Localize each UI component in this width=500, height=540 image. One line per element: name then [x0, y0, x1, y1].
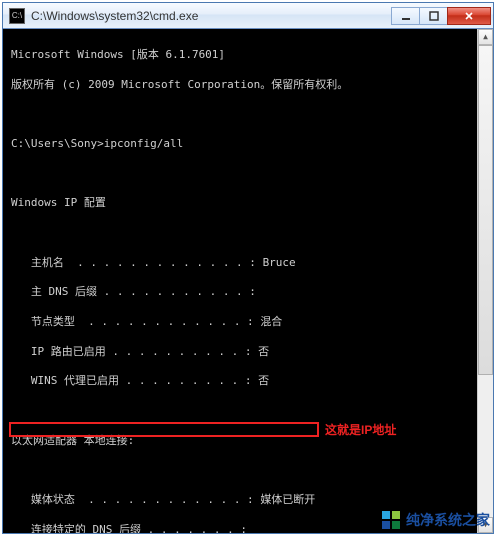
scroll-up-button[interactable]: ▲ — [478, 29, 493, 45]
prompt-line: C:\Users\Sony>ipconfig/all — [11, 137, 493, 152]
watermark-text: 纯净系统之家 — [406, 510, 490, 530]
maximize-button[interactable] — [419, 7, 447, 25]
kv-line: 媒体状态 . . . . . . . . . . . . : 媒体已断开 — [11, 493, 493, 508]
kv-line: WINS 代理已启用 . . . . . . . . . : 否 — [11, 374, 493, 389]
banner-line: 版权所有 (c) 2009 Microsoft Corporation。保留所有… — [11, 78, 493, 93]
close-icon — [464, 11, 474, 21]
vertical-scrollbar[interactable]: ▲ ▼ — [477, 29, 493, 533]
banner-line: Microsoft Windows [版本 6.1.7601] — [11, 48, 493, 63]
minimize-icon — [401, 11, 411, 21]
maximize-icon — [429, 11, 439, 21]
blank-line — [11, 226, 493, 241]
window-title: C:\Windows\system32\cmd.exe — [31, 9, 391, 23]
kv-line: 主机名 . . . . . . . . . . . . . : Bruce — [11, 256, 493, 271]
titlebar[interactable]: C:\ C:\Windows\system32\cmd.exe — [3, 3, 493, 29]
cmd-window: C:\ C:\Windows\system32\cmd.exe Microsof… — [2, 2, 494, 534]
kv-line: 节点类型 . . . . . . . . . . . . : 混合 — [11, 315, 493, 330]
blank-line — [11, 167, 493, 182]
blank-line — [11, 404, 493, 419]
window-controls — [391, 7, 491, 25]
scroll-thumb[interactable] — [478, 45, 493, 375]
kv-line: 主 DNS 后缀 . . . . . . . . . . . : — [11, 285, 493, 300]
scroll-track[interactable] — [478, 45, 493, 517]
minimize-button[interactable] — [391, 7, 419, 25]
cmd-icon: C:\ — [9, 8, 25, 24]
console-output[interactable]: Microsoft Windows [版本 6.1.7601] 版权所有 (c)… — [3, 29, 493, 533]
watermark-logo-icon — [382, 511, 400, 529]
section-header: Windows IP 配置 — [11, 196, 493, 211]
watermark: 纯净系统之家 — [378, 508, 494, 532]
section-header: 以太网适配器 本地连接: — [11, 434, 493, 449]
close-button[interactable] — [447, 7, 491, 25]
kv-line: IP 路由已启用 . . . . . . . . . . : 否 — [11, 345, 493, 360]
blank-line — [11, 107, 493, 122]
highlight-annotation: 这就是IP地址 — [325, 422, 396, 438]
blank-line — [11, 463, 493, 478]
